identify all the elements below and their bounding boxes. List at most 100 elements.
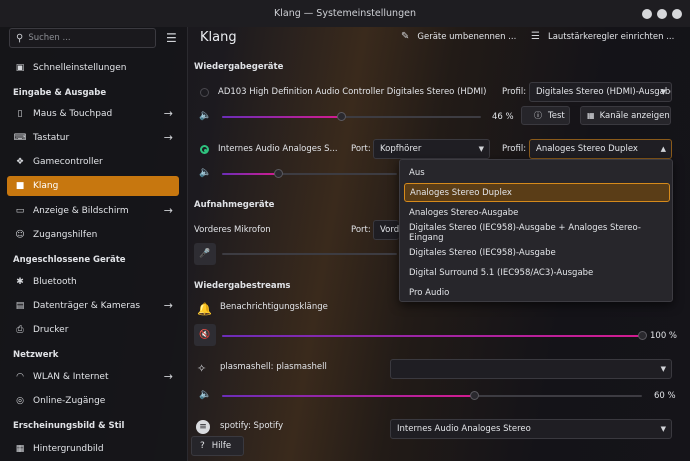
speaker-volume-icon: 🔈: [199, 167, 212, 178]
sidebar-item-label: Schnelleinstellungen: [33, 63, 127, 73]
speaker-icon: ■: [15, 181, 25, 191]
sidebar-item-bluetooth[interactable]: ✱ Bluetooth: [7, 272, 179, 292]
sidebar-item-schnelleinstellungen[interactable]: ▣ Schnelleinstellungen: [7, 58, 179, 78]
arrow-right-icon: →: [163, 131, 173, 144]
dropdown-option[interactable]: Aus: [404, 163, 670, 182]
sidebar-item-wlan-internet[interactable]: ◠ WLAN & Internet →: [7, 367, 179, 387]
mic-name: Vorderes Mikrofon: [194, 225, 271, 235]
sidebar-item-tastatur[interactable]: ⌨ Tastatur →: [7, 128, 179, 148]
chevron-down-icon: ▼: [660, 88, 666, 96]
help-button[interactable]: ? Hilfe: [191, 436, 244, 456]
device1-radio[interactable]: [200, 88, 209, 97]
sidebar-item-label: Drucker: [33, 325, 69, 335]
dropdown-option[interactable]: Analoges Stereo Duplex: [404, 183, 670, 202]
device1-profile-select[interactable]: Digitales Stereo (HDMI)-Ausgabe ▼: [529, 82, 672, 102]
sidebar-item-gamecontroller[interactable]: ❖ Gamecontroller: [7, 152, 179, 172]
chevron-down-icon: ▲: [660, 145, 666, 153]
bluetooth-icon: ✱: [16, 277, 24, 287]
minimize-button[interactable]: [642, 9, 652, 19]
slider-handle[interactable]: [638, 331, 647, 340]
slider-fill: [222, 116, 341, 118]
device2-radio[interactable]: [200, 145, 209, 154]
sidebar-item-klang[interactable]: ■ Klang: [7, 176, 179, 196]
mic-port-select[interactable]: Vorde: [373, 220, 399, 240]
search-icon: ⚲: [16, 32, 24, 44]
mic-volume-slider[interactable]: [222, 253, 397, 255]
sidebar-item-label: Bluetooth: [33, 277, 77, 287]
sidebar-section-heading: Erscheinungsbild & Stil: [13, 421, 125, 431]
slider-fill: [222, 173, 278, 175]
streams-heading: Wiedergabestreams: [194, 281, 291, 291]
device2-profile-select[interactable]: Analoges Stereo Duplex ▲: [529, 139, 672, 159]
device2-port-label: Port:: [351, 144, 371, 154]
slider-fill: [222, 395, 474, 397]
sidebar-item-drucker[interactable]: ⎙ Drucker: [7, 320, 179, 340]
sidebar-item-anzeige-bildschirm[interactable]: ▭ Anzeige & Bildschirm →: [7, 201, 179, 221]
configure-volume-button[interactable]: ☰ Lautstärkeregler einrichten ...: [531, 31, 674, 42]
stream1-muted-icon[interactable]: 🔇: [194, 324, 216, 346]
sidebar-item-maus-touchpad[interactable]: ▯ Maus & Touchpad →: [7, 104, 179, 124]
stream3-output-select[interactable]: Internes Audio Analoges Stereo ▼: [390, 419, 672, 439]
dropdown-option[interactable]: Pro Audio: [404, 283, 670, 302]
sidebar-item-datenträger-kameras[interactable]: ▤ Datenträger & Kameras →: [7, 296, 179, 316]
dropdown-option[interactable]: Digitales Stereo (IEC958)-Ausgabe + Anal…: [404, 223, 670, 243]
sidebar-section-heading: Angeschlossene Geräte: [13, 255, 126, 265]
chevron-down-icon: ▼: [478, 145, 484, 153]
device1-volume-slider[interactable]: [222, 112, 481, 121]
gamepad-icon: ❖: [15, 157, 25, 167]
slider-handle[interactable]: [274, 169, 283, 178]
show-channels-button[interactable]: ▦ Kanäle anzeigen: [580, 106, 671, 125]
arrow-right-icon: →: [163, 370, 173, 383]
profile-dropdown-menu: Aus Analoges Stereo Duplex Analoges Stereo…: [399, 159, 673, 302]
chevron-down-icon: ▼: [660, 425, 666, 433]
device1-name: AD103 High Definition Audio Controller D…: [218, 87, 487, 97]
hamburger-menu-icon[interactable]: ☰: [166, 32, 178, 44]
sidebar-item-hintergrundbild[interactable]: ▦ Hintergrundbild: [7, 439, 179, 459]
maximize-button[interactable]: [657, 9, 667, 19]
sidebar-section-heading: Netzwerk: [13, 350, 59, 360]
sidebar-item-label: WLAN & Internet: [33, 372, 109, 382]
drive-icon: ▤: [15, 301, 25, 311]
search-field[interactable]: ⚲: [9, 28, 156, 48]
chevron-down-icon: ▼: [660, 365, 666, 373]
stream1-name: Benachrichtigungsklänge: [220, 302, 328, 312]
sidebar-item-online-zugänge[interactable]: ◎ Online-Zugänge: [7, 391, 179, 411]
spotify-icon: ≡: [196, 420, 210, 434]
sliders-icon: ☰: [531, 31, 540, 42]
sidebar-item-label: Maus & Touchpad: [33, 109, 113, 119]
info-icon: ⓘ: [534, 111, 542, 120]
rename-devices-button[interactable]: ✎ Geräte umbenennen ...: [401, 31, 516, 42]
bell-icon: 🔔: [197, 302, 212, 316]
stream2-volume-slider[interactable]: [222, 391, 642, 400]
sidebar-item-label: Gamecontroller: [33, 157, 103, 167]
sidebar-item-zugangshilfen[interactable]: ☺ Zugangshilfen: [7, 225, 179, 245]
quick-settings-icon: ▣: [15, 63, 25, 73]
mic-port-label: Port:: [351, 225, 371, 235]
dropdown-option[interactable]: Analoges Stereo-Ausgabe: [404, 203, 670, 222]
mic-muted-icon[interactable]: 🎤: [194, 243, 216, 265]
arrow-right-icon: →: [163, 204, 173, 217]
device2-name: Internes Audio Analoges S...: [218, 144, 338, 154]
test-button[interactable]: ⓘ Test: [521, 106, 570, 125]
accessibility-icon: ☺: [15, 230, 25, 240]
device2-port-select[interactable]: Kopfhörer ▼: [373, 139, 490, 159]
pencil-icon: ✎: [401, 31, 410, 42]
device2-volume-slider[interactable]: [222, 169, 397, 178]
sidebar-item-label: Online-Zugänge: [33, 396, 106, 406]
dropdown-option[interactable]: Digital Surround 5.1 (IEC958/AC3)-Ausgab…: [404, 263, 670, 282]
online-accounts-icon: ◎: [16, 396, 24, 406]
sidebar-section-heading: Eingabe & Ausgabe: [13, 88, 107, 98]
dropdown-option[interactable]: Digitales Stereo (IEC958)-Ausgabe: [404, 243, 670, 262]
sidebar-item-label: Hintergrundbild: [33, 444, 104, 454]
channels-icon: ▦: [587, 111, 595, 120]
stream3-name: spotify: Spotify: [220, 421, 284, 431]
page-title: Klang: [200, 30, 237, 45]
slider-handle[interactable]: [470, 391, 479, 400]
stream2-output-select[interactable]: ▼: [390, 359, 672, 379]
slider-handle[interactable]: [337, 112, 346, 121]
device2-profile-label: Profil:: [502, 144, 527, 154]
playback-heading: Wiedergabegeräte: [194, 62, 284, 72]
stream1-volume-slider[interactable]: [222, 331, 647, 340]
close-button[interactable]: [672, 9, 682, 19]
search-input[interactable]: [28, 33, 149, 43]
